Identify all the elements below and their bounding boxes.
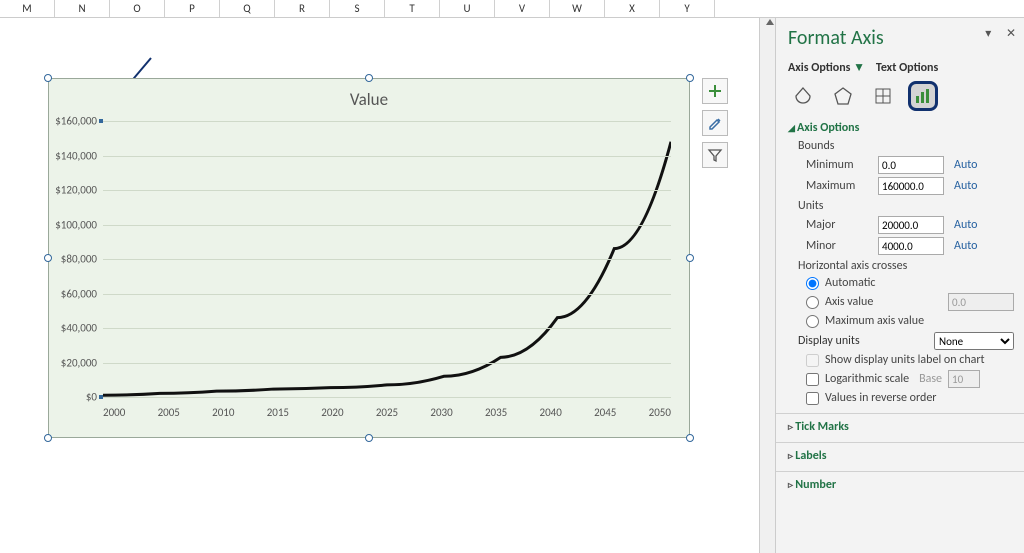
chart-element-tools (702, 78, 728, 174)
input-log-base (948, 370, 980, 388)
tab-text-options[interactable]: Text Options (876, 61, 938, 75)
col-header[interactable]: X (605, 0, 660, 17)
chart-object[interactable]: Value $0$20,000$40,000$60,000$80,000$100… (48, 78, 690, 438)
plot-area[interactable]: $0$20,000$40,000$60,000$80,000$100,000$1… (103, 121, 671, 397)
input-major[interactable] (878, 216, 944, 234)
x-tick-label: 2045 (594, 406, 616, 419)
format-axis-pane: ▾ ✕ Format Axis Axis Options ▼ Text Opti… (776, 18, 1024, 553)
chart-style-button[interactable] (702, 110, 728, 136)
col-header[interactable]: Q (220, 0, 275, 17)
y-tick-label: $20,000 (61, 356, 97, 369)
x-tick-label: 2005 (158, 406, 180, 419)
radio-cross-auto[interactable] (806, 277, 819, 290)
y-tick-label: $80,000 (61, 253, 97, 266)
col-header[interactable]: R (275, 0, 330, 17)
input-minor[interactable] (878, 237, 944, 255)
chk-show-du-label (806, 354, 819, 367)
section-axis-options[interactable]: Axis Options (788, 121, 1014, 135)
label-hcross: Horizontal axis crosses (798, 259, 1014, 273)
y-tick-label: $120,000 (55, 184, 97, 197)
x-tick-label: 2040 (540, 406, 562, 419)
y-tick-label: $140,000 (55, 149, 97, 162)
y-tick-label: $40,000 (61, 322, 97, 335)
label-show-du: Show display units label on chart (825, 353, 985, 367)
chart-title[interactable]: Value (49, 89, 689, 110)
reset-minor[interactable]: Auto (954, 239, 977, 253)
chart-filter-button[interactable] (702, 142, 728, 168)
x-tick-label: 2000 (103, 406, 125, 419)
col-header[interactable]: Y (660, 0, 715, 17)
col-header[interactable]: T (385, 0, 440, 17)
axis-options-icon[interactable] (908, 81, 938, 111)
label-log-base: Base (919, 372, 942, 386)
pane-options-icon[interactable]: ▾ (985, 27, 991, 41)
x-tick-label: 2015 (267, 406, 289, 419)
chart-add-element-button[interactable] (702, 78, 728, 104)
x-tick-label: 2020 (321, 406, 343, 419)
input-maximum[interactable] (878, 177, 944, 195)
col-header[interactable]: O (110, 0, 165, 17)
x-tick-label: 2035 (485, 406, 507, 419)
x-tick-label: 2050 (649, 406, 671, 419)
label-minimum: Minimum (806, 158, 872, 172)
col-header[interactable]: V (495, 0, 550, 17)
tab-axis-options[interactable]: Axis Options ▼ (788, 61, 865, 75)
select-display-units[interactable]: None (934, 332, 1014, 350)
fill-line-icon[interactable] (788, 81, 818, 111)
section-number[interactable]: Number (788, 478, 1014, 492)
reset-minimum[interactable]: Auto (954, 158, 977, 172)
col-header[interactable]: P (165, 0, 220, 17)
section-tick-marks[interactable]: Tick Marks (788, 420, 1014, 434)
col-header[interactable]: U (440, 0, 495, 17)
worksheet-canvas[interactable]: Value $0$20,000$40,000$60,000$80,000$100… (0, 18, 760, 553)
x-tick-label: 2030 (430, 406, 452, 419)
effects-icon[interactable] (828, 81, 858, 111)
input-cross-value (948, 293, 1014, 311)
col-header[interactable]: M (0, 0, 55, 17)
chk-log-scale[interactable] (806, 373, 819, 386)
col-header[interactable]: N (55, 0, 110, 17)
section-labels[interactable]: Labels (788, 449, 1014, 463)
radio-cross-max[interactable] (806, 315, 819, 328)
radio-cross-value[interactable] (806, 296, 819, 309)
label-bounds: Bounds (798, 139, 1014, 153)
label-maximum: Maximum (806, 179, 872, 193)
input-minimum[interactable] (878, 156, 944, 174)
label-units: Units (798, 199, 1014, 213)
reset-maximum[interactable]: Auto (954, 179, 977, 193)
label-reverse: Values in reverse order (825, 391, 936, 405)
pane-close-icon[interactable]: ✕ (1006, 27, 1016, 41)
label-log-scale: Logarithmic scale (825, 372, 909, 386)
column-header-row: M N O P Q R S T U V W X Y (0, 0, 1024, 18)
y-tick-label: $60,000 (61, 287, 97, 300)
vertical-scrollbar[interactable] (760, 18, 776, 553)
x-axis-ticks: 2000 2005 2010 2015 2020 2025 2030 2035 2040 2045… (103, 406, 671, 419)
y-tick-label: $0 (86, 391, 97, 404)
y-tick-label: $100,000 (55, 218, 97, 231)
reset-major[interactable]: Auto (954, 218, 977, 232)
label-cross-value: Axis value (825, 295, 873, 309)
chk-reverse[interactable] (806, 392, 819, 405)
size-properties-icon[interactable] (868, 81, 898, 111)
x-tick-label: 2025 (376, 406, 398, 419)
col-header[interactable]: W (550, 0, 605, 17)
label-display-units: Display units (798, 334, 860, 348)
col-header[interactable]: S (330, 0, 385, 17)
label-cross-auto: Automatic (825, 276, 875, 290)
x-tick-label: 2010 (212, 406, 234, 419)
label-minor: Minor (806, 239, 872, 253)
label-cross-max: Maximum axis value (825, 314, 924, 328)
y-tick-label: $160,000 (55, 115, 97, 128)
label-major: Major (806, 218, 872, 232)
